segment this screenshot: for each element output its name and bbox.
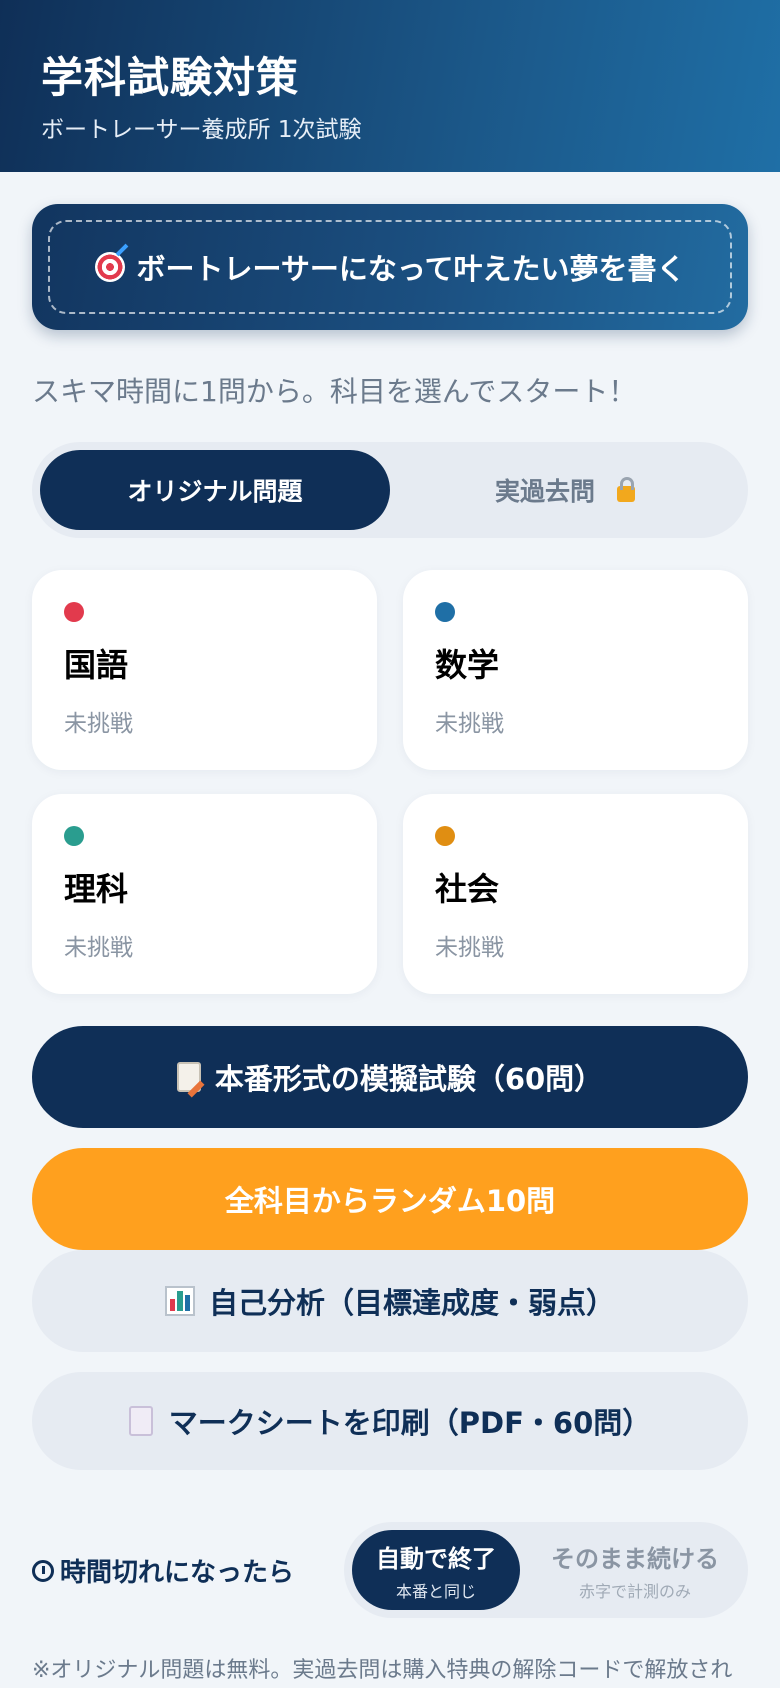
random-questions-button[interactable]: 全科目からランダム10問 — [32, 1148, 748, 1250]
mock-exam-label: 本番形式の模擬試験（60問） — [214, 1062, 604, 1096]
lock-icon — [617, 477, 635, 502]
subject-status: 未挑戦 — [64, 935, 133, 961]
write-dream-button-inner: ボートレーサーになって叶えたい夢を書く — [48, 220, 732, 314]
subject-name: 数学 — [435, 646, 500, 684]
random-questions-label: 全科目からランダム10問 — [224, 1184, 556, 1218]
dart-target-icon — [94, 252, 125, 282]
subject-name: 社会 — [435, 870, 500, 908]
timeout-setting-label: 時間切れになったら — [32, 1552, 294, 1589]
option-label: そのまま続ける — [551, 1544, 719, 1573]
tab-past-label: 実過去問 — [494, 477, 595, 506]
timeout-option-auto-end[interactable]: 自動で終了 本番と同じ — [352, 1530, 520, 1610]
subject-status: 未挑戦 — [435, 935, 504, 961]
subject-color-dot — [435, 602, 455, 622]
timeout-label-text: 時間切れになったら — [60, 1558, 295, 1588]
subject-card-social[interactable]: 社会 未挑戦 — [403, 794, 748, 994]
print-marksheet-button[interactable]: マークシートを印刷（PDF・60問） — [32, 1372, 748, 1470]
question-type-tabs: オリジナル問題 実過去問 — [32, 442, 748, 538]
subject-name: 理科 — [64, 870, 129, 908]
tab-original-questions[interactable]: オリジナル問題 — [40, 450, 390, 530]
option-label: 自動で終了 — [376, 1544, 496, 1573]
subject-name: 国語 — [64, 646, 129, 684]
option-sublabel: 本番と同じ — [395, 1581, 476, 1601]
bar-chart-icon — [164, 1286, 195, 1316]
timeout-toggle: 自動で終了 本番と同じ そのまま続ける 赤字で計測のみ — [344, 1522, 748, 1618]
subject-color-dot — [64, 826, 84, 846]
subject-card-science[interactable]: 理科 未挑戦 — [32, 794, 377, 994]
subject-status: 未挑戦 — [64, 711, 133, 737]
stopwatch-icon — [32, 1559, 54, 1582]
mock-exam-button[interactable]: 本番形式の模擬試験（60問） — [32, 1026, 748, 1128]
subject-color-dot — [64, 602, 84, 622]
page-title: 学科試験対策 — [41, 53, 300, 102]
tagline: スキマ時間に1問から。科目を選んでスタート！ — [32, 375, 637, 408]
print-marksheet-label: マークシートを印刷（PDF・60問） — [168, 1406, 652, 1440]
write-dream-button[interactable]: ボートレーサーになって叶えたい夢を書く — [32, 204, 748, 330]
self-analysis-button[interactable]: 自己分析（目標達成度・弱点） — [32, 1250, 748, 1352]
timeout-option-continue[interactable]: そのまま続ける 赤字で計測のみ — [530, 1530, 740, 1610]
subject-card-math[interactable]: 数学 未挑戦 — [403, 570, 748, 770]
subject-card-japanese[interactable]: 国語 未挑戦 — [32, 570, 377, 770]
tab-original-label: オリジナル問題 — [127, 477, 303, 506]
self-analysis-label: 自己分析（目標達成度・弱点） — [208, 1286, 615, 1320]
write-dream-label: ボートレーサーになって叶えたい夢を書く — [136, 252, 686, 286]
subject-status: 未挑戦 — [435, 711, 504, 737]
subject-color-dot — [435, 826, 455, 846]
footnote: ※オリジナル問題は無料。実過去問は購入特典の解除コードで解放され — [32, 1658, 733, 1683]
app-header: 学科試験対策 ボートレーサー養成所 1次試験 — [0, 0, 780, 172]
page-subtitle: ボートレーサー養成所 1次試験 — [41, 117, 362, 143]
tab-past-questions[interactable]: 実過去問 — [390, 450, 740, 530]
document-icon — [128, 1406, 153, 1436]
memo-icon — [176, 1062, 201, 1092]
option-sublabel: 赤字で計測のみ — [578, 1581, 691, 1601]
